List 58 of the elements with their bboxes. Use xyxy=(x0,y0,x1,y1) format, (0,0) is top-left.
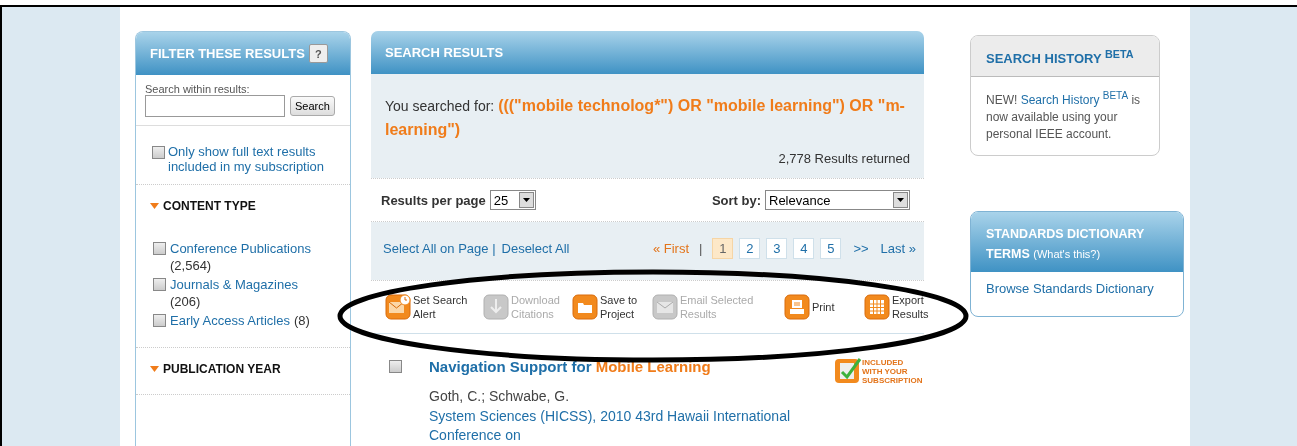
dropdown-arrow-icon[interactable] xyxy=(897,198,904,202)
subscription-label: INCLUDED WITH YOUR SUBSCRIPTION xyxy=(862,358,924,385)
results-count: 2,778 Results returned xyxy=(778,151,910,166)
search-history-note: NEW! Search History $^{BETA}$ is now available using your personal IEEE account. xyxy=(985,89,1142,144)
authors: Goth, C.; Schwabe, G. xyxy=(429,387,571,406)
expanded-triangle-icon[interactable] xyxy=(150,366,159,372)
checkbox[interactable] xyxy=(153,242,166,255)
folder-icon[interactable] xyxy=(571,294,598,320)
table-icon[interactable] xyxy=(863,294,890,320)
action-label[interactable]: Save to Project xyxy=(599,293,640,321)
checkbox[interactable] xyxy=(389,360,402,373)
box-title: SEARCH HISTORY $^{BETA}$ xyxy=(986,51,1134,67)
result-title-link[interactable]: Navigation Support for Mobile Learning xyxy=(429,356,711,378)
help-button[interactable]: ? xyxy=(308,44,328,63)
page-link[interactable]: 1 xyxy=(712,238,734,259)
search-field[interactable] xyxy=(145,95,285,117)
deselect-all-link[interactable]: Deselect All xyxy=(501,241,570,256)
per-page-dropdown[interactable]: 25 xyxy=(489,190,536,210)
action-label[interactable]: Set Search Alert xyxy=(413,293,471,321)
separator: | xyxy=(699,241,703,256)
page-link[interactable]: 4 xyxy=(793,238,815,259)
full-text-filter-link[interactable]: Only show full text results included in my subscription xyxy=(168,144,342,174)
result-count: (206) xyxy=(170,293,201,310)
dropdown-arrow-icon[interactable] xyxy=(522,198,530,202)
result-count: (2,564) xyxy=(170,257,212,274)
per-page-label: Results per page xyxy=(381,192,486,208)
checkbox[interactable] xyxy=(153,278,166,291)
next-link[interactable]: >> xyxy=(853,241,869,256)
filter-link[interactable]: Journals & Magazines xyxy=(170,276,298,293)
section-title: PUBLICATION YEAR xyxy=(163,362,281,376)
envelope-clock-icon[interactable] xyxy=(385,294,411,320)
search-label: Search within results: xyxy=(145,83,251,95)
filter-link[interactable]: Conference Publications xyxy=(170,240,311,257)
checkbox[interactable] xyxy=(152,146,165,159)
sort-label: Sort by: xyxy=(711,192,761,208)
checked-document-icon xyxy=(834,356,862,384)
last-page-link[interactable]: Last » xyxy=(880,241,916,256)
browse-dictionary-link[interactable]: Browse Standards Dictionary xyxy=(986,281,1154,297)
action-label[interactable]: Export Results xyxy=(891,293,932,321)
panel-title: FILTER THESE RESULTS xyxy=(150,46,305,61)
box-title: STANDARDS DICTIONARY TERMS (What's this?) xyxy=(986,226,1146,264)
search-button[interactable]: Search xyxy=(290,96,335,116)
section-title: CONTENT TYPE xyxy=(163,199,256,213)
panel-title: SEARCH RESULTS xyxy=(385,45,504,60)
search-query: You searched for: ((("mobile technolog*") OR "mobile learning") OR "m-learning") xyxy=(385,96,906,140)
search-history-link[interactable]: Search History $^{BETA}$ xyxy=(1020,93,1129,108)
print-icon[interactable] xyxy=(783,294,810,320)
filter-link[interactable]: Early Access Articles xyxy=(170,312,290,329)
result-count: (8) xyxy=(293,312,310,329)
sort-dropdown[interactable]: Relevance xyxy=(765,190,910,210)
action-label[interactable]: Print xyxy=(811,300,852,314)
checkbox[interactable] xyxy=(153,314,166,327)
select-all-link[interactable]: Select All on Page | xyxy=(383,241,496,256)
page-link[interactable]: 3 xyxy=(766,238,788,259)
page-link[interactable]: 5 xyxy=(820,238,842,259)
publication-link[interactable]: System Sciences (HICSS), 2010 43rd Hawaii International Conference on xyxy=(429,407,829,445)
page-link[interactable]: 2 xyxy=(739,238,761,259)
expanded-triangle-icon[interactable] xyxy=(150,203,159,209)
